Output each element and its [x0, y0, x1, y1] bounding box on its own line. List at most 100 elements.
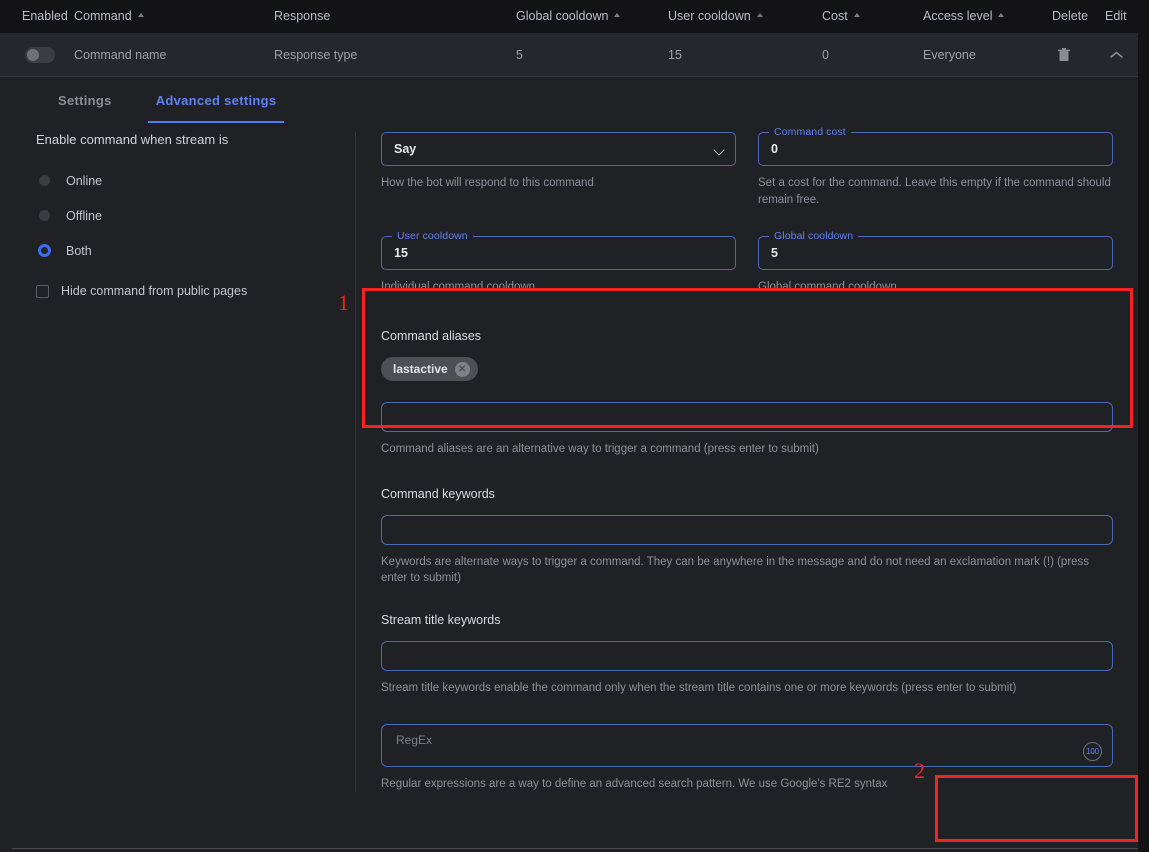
column-header-label: Cost	[822, 9, 848, 23]
trash-icon	[1058, 48, 1070, 62]
regex-character-counter: 100	[1083, 742, 1102, 761]
global-cooldown-label: Global cooldown	[769, 230, 858, 242]
user-cooldown-value: 15	[394, 246, 408, 260]
cell-response-type: Response type	[274, 48, 357, 62]
global-cooldown-field: Global cooldown 5 Global command cooldow…	[758, 236, 1113, 296]
column-header-label: Delete	[1052, 9, 1088, 23]
response-type-field: Say How the bot will respond to this com…	[381, 132, 736, 208]
stream-state-label: Enable command when stream is	[36, 132, 336, 147]
cell-command-name: Command name	[74, 48, 166, 62]
column-header-enabled: Enabled	[22, 9, 68, 23]
command-cost-label: Command cost	[769, 126, 851, 138]
annotation-number-1: 1	[338, 290, 349, 316]
radio-circle-icon	[39, 175, 50, 186]
tab-advanced-settings[interactable]: Advanced settings	[134, 83, 299, 123]
global-cooldown-helper: Global command cooldown	[758, 279, 1113, 296]
command-enabled-toggle[interactable]	[25, 47, 55, 63]
command-editor-page: Enabled Command Response Global cooldown…	[0, 0, 1149, 852]
column-header-access-level[interactable]: Access level	[923, 9, 1004, 23]
stream-title-keywords-section: Stream title keywords Stream title keywo…	[381, 613, 1113, 697]
sort-asc-icon	[757, 13, 763, 17]
command-cost-field: Command cost 0 Set a cost for the comman…	[758, 132, 1113, 208]
global-cooldown-value: 5	[771, 246, 778, 260]
commands-table-header: Enabled Command Response Global cooldown…	[0, 0, 1138, 33]
radio-option-offline[interactable]: Offline	[36, 198, 336, 233]
stream-state-section: Enable command when stream is Online Off…	[36, 132, 336, 298]
radio-label: Both	[66, 244, 92, 258]
radio-circle-checked-icon	[38, 244, 51, 257]
column-header-edit: Edit	[1105, 9, 1127, 23]
stream-title-keywords-input[interactable]	[381, 641, 1113, 671]
collapse-row-button[interactable]	[1106, 45, 1126, 65]
column-header-label: Access level	[923, 9, 992, 23]
delete-command-button[interactable]	[1054, 45, 1074, 65]
command-keywords-input[interactable]	[381, 515, 1113, 545]
radio-label: Online	[66, 174, 102, 188]
column-header-cost[interactable]: Cost	[822, 9, 860, 23]
tab-label: Settings	[58, 93, 112, 108]
cell-cost: 0	[822, 48, 829, 62]
user-cooldown-helper: Individual command cooldown	[381, 279, 736, 296]
radio-option-both[interactable]: Both	[36, 233, 336, 268]
command-keywords-section: Command keywords Keywords are alternate …	[381, 487, 1113, 587]
regex-input[interactable]: RegEx 100	[381, 724, 1113, 767]
chevron-down-icon	[713, 144, 724, 155]
command-cost-input[interactable]: Command cost 0	[758, 132, 1113, 166]
response-type-select[interactable]: Say	[381, 132, 736, 166]
column-header-global-cooldown[interactable]: Global cooldown	[516, 9, 620, 23]
regex-placeholder: RegEx	[396, 733, 432, 747]
table-row[interactable]: Command name Response type 5 15 0 Everyo…	[0, 33, 1138, 77]
column-header-label: Command	[74, 9, 132, 23]
command-aliases-chip-list: lastactive ✕	[381, 357, 1113, 381]
column-header-label: User cooldown	[668, 9, 751, 23]
cell-access-level: Everyone	[923, 48, 976, 62]
command-cost-helper: Set a cost for the command. Leave this e…	[758, 175, 1113, 208]
settings-tabs: Settings Advanced settings	[36, 83, 298, 123]
stream-title-keywords-helper: Stream title keywords enable the command…	[381, 680, 1113, 697]
user-cooldown-input[interactable]: User cooldown 15	[381, 236, 736, 270]
column-header-response: Response	[274, 9, 330, 23]
cell-global-cooldown: 5	[516, 48, 523, 62]
checkbox-icon	[36, 285, 49, 298]
sort-asc-icon	[998, 13, 1004, 17]
command-keywords-title: Command keywords	[381, 487, 1113, 501]
annotation-number-2: 2	[914, 758, 925, 784]
user-cooldown-field: User cooldown 15 Individual command cool…	[381, 236, 736, 296]
radio-option-online[interactable]: Online	[36, 163, 336, 198]
column-header-command[interactable]: Command	[74, 9, 144, 23]
command-aliases-section: Command aliases lastactive ✕ Command ali…	[381, 329, 1113, 458]
global-cooldown-input[interactable]: Global cooldown 5	[758, 236, 1113, 270]
response-type-value: Say	[394, 142, 416, 156]
hide-command-checkbox-row[interactable]: Hide command from public pages	[36, 284, 336, 298]
advanced-settings-form: Say How the bot will respond to this com…	[381, 132, 1113, 792]
command-aliases-title: Command aliases	[381, 329, 1113, 343]
user-cooldown-label: User cooldown	[392, 230, 473, 242]
sort-asc-icon	[854, 13, 860, 17]
column-header-label: Response	[274, 9, 330, 23]
tab-label: Advanced settings	[156, 93, 277, 108]
hide-command-label: Hide command from public pages	[61, 284, 247, 298]
column-divider	[355, 132, 356, 792]
column-header-label: Global cooldown	[516, 9, 608, 23]
command-keywords-helper: Keywords are alternate ways to trigger a…	[381, 554, 1113, 587]
command-aliases-helper: Command aliases are an alternative way t…	[381, 441, 1113, 458]
regex-helper: Regular expressions are a way to define …	[381, 776, 1113, 793]
close-circle-icon[interactable]: ✕	[455, 362, 470, 377]
stream-title-keywords-title: Stream title keywords	[381, 613, 1113, 627]
sort-asc-icon	[614, 13, 620, 17]
chevron-up-icon	[1110, 51, 1123, 59]
cell-user-cooldown: 15	[668, 48, 682, 62]
alias-chip[interactable]: lastactive ✕	[381, 357, 478, 381]
response-type-helper: How the bot will respond to this command	[381, 175, 736, 192]
radio-label: Offline	[66, 209, 102, 223]
command-aliases-input[interactable]	[381, 402, 1113, 432]
tab-settings[interactable]: Settings	[36, 83, 134, 123]
column-header-user-cooldown[interactable]: User cooldown	[668, 9, 763, 23]
advanced-settings-panel: Settings Advanced settings Enable comman…	[0, 77, 1138, 852]
radio-circle-icon	[39, 210, 50, 221]
sort-asc-icon	[138, 13, 144, 17]
alias-chip-label: lastactive	[393, 362, 448, 376]
command-cost-value: 0	[771, 142, 778, 156]
column-header-label: Enabled	[22, 9, 68, 23]
column-header-delete: Delete	[1052, 9, 1088, 23]
